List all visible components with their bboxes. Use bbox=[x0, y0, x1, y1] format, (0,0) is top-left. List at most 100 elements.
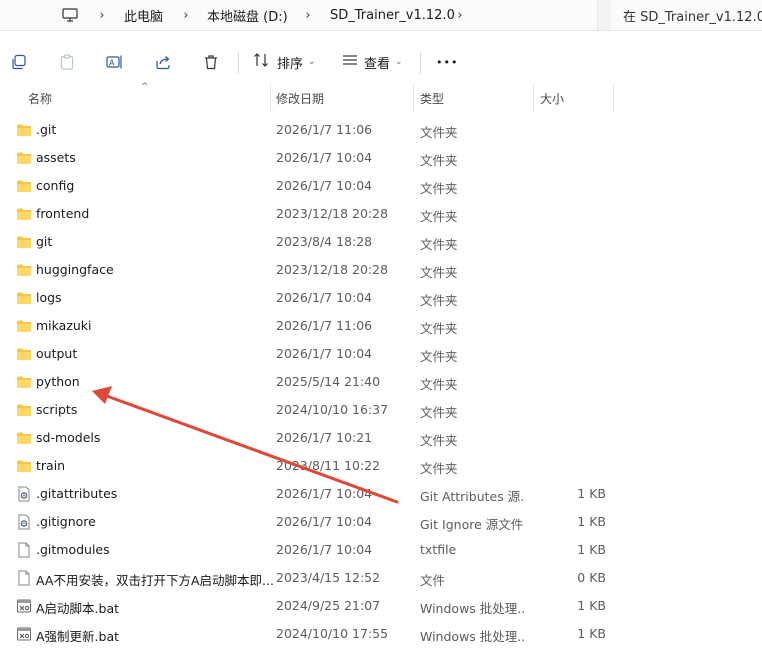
breadcrumb[interactable]: › 此电脑 › 本地磁盘 (D:) › SD_Trainer_v1.12.0 › bbox=[0, 0, 598, 30]
file-name: python bbox=[36, 374, 80, 389]
chevron-right-icon[interactable]: › bbox=[450, 8, 470, 23]
file-modified-date: 2024/9/25 21:07 bbox=[276, 598, 381, 613]
file-type: 文件夹 bbox=[420, 433, 458, 448]
file-row[interactable]: python 2025/5/14 21:40 文件夹 bbox=[0, 368, 762, 396]
file-modified-date: 2026/1/7 11:06 bbox=[276, 318, 373, 333]
file-row[interactable]: sd-models 2026/1/7 10:21 文件夹 bbox=[0, 424, 762, 452]
chevron-right-icon: › bbox=[99, 7, 105, 23]
toolbar-divider bbox=[420, 52, 421, 74]
paste-icon[interactable] bbox=[55, 50, 79, 74]
search-input[interactable]: 在 SD_Trainer_v1.12.0 中 bbox=[611, 0, 762, 30]
file-type: Git Attributes 源... bbox=[420, 489, 524, 504]
file-modified-date: 2026/1/7 10:04 bbox=[276, 346, 373, 361]
column-header-size[interactable]: 大小 bbox=[540, 90, 564, 107]
folder-icon bbox=[16, 234, 32, 250]
copy-icon[interactable] bbox=[7, 50, 31, 74]
folder-icon bbox=[16, 290, 32, 306]
address-bar: › 此电脑 › 本地磁盘 (D:) › SD_Trainer_v1.12.0 ›… bbox=[0, 0, 762, 31]
file-modified-date: 2023/8/4 18:28 bbox=[276, 234, 373, 249]
computer-icon[interactable] bbox=[62, 7, 78, 23]
chevron-down-icon: ⌄ bbox=[395, 57, 403, 67]
view-button[interactable]: 查看 ⌄ bbox=[342, 50, 403, 74]
file-name: output bbox=[36, 346, 78, 361]
file-row[interactable]: git 2023/8/4 18:28 文件夹 bbox=[0, 228, 762, 256]
file-size: 1 KB bbox=[577, 542, 606, 557]
sort-button[interactable]: 排序 ⌄ bbox=[253, 50, 316, 74]
column-divider[interactable] bbox=[413, 84, 414, 112]
file-row[interactable]: A强制更新.bat 2024/10/10 17:55 Windows 批处理... 1… bbox=[0, 620, 762, 648]
file-modified-date: 2026/1/7 10:04 bbox=[276, 290, 373, 305]
file-row[interactable]: frontend 2023/12/18 20:28 文件夹 bbox=[0, 200, 762, 228]
sort-label: 排序 bbox=[277, 56, 304, 72]
file-row[interactable]: .gitignore 2026/1/7 10:04 Git Ignore 源文件 1 … bbox=[0, 508, 762, 536]
breadcrumb-this-pc[interactable]: 此电脑 bbox=[122, 6, 175, 25]
file-type: 文件夹 bbox=[420, 293, 458, 308]
blank-file-icon bbox=[16, 570, 32, 586]
gear-file-icon bbox=[16, 514, 32, 530]
file-row[interactable]: .git 2026/1/7 11:06 文件夹 bbox=[0, 116, 762, 144]
column-header-date[interactable]: 修改日期 bbox=[276, 90, 324, 107]
file-name: mikazuki bbox=[36, 318, 92, 333]
file-modified-date: 2023/12/18 20:28 bbox=[276, 206, 389, 221]
file-row[interactable]: output 2026/1/7 10:04 文件夹 bbox=[0, 340, 762, 368]
file-type: 文件夹 bbox=[420, 461, 458, 476]
breadcrumb-drive-d[interactable]: 本地磁盘 (D:) bbox=[205, 6, 300, 25]
file-row[interactable]: logs 2026/1/7 10:04 文件夹 bbox=[0, 284, 762, 312]
view-label: 查看 bbox=[364, 56, 391, 72]
file-type: 文件 bbox=[420, 573, 446, 588]
file-name: .gitattributes bbox=[36, 486, 118, 501]
file-row[interactable]: config 2026/1/7 10:04 文件夹 bbox=[0, 172, 762, 200]
column-divider[interactable] bbox=[613, 84, 614, 112]
file-row[interactable]: .gitmodules 2026/1/7 10:04 txtfile 1 KB bbox=[0, 536, 762, 564]
file-modified-date: 2023/4/15 12:52 bbox=[276, 570, 381, 585]
file-row[interactable]: scripts 2024/10/10 16:37 文件夹 bbox=[0, 396, 762, 424]
file-row[interactable]: huggingface 2023/12/18 20:28 文件夹 bbox=[0, 256, 762, 284]
column-header-type[interactable]: 类型 bbox=[420, 90, 444, 107]
file-row[interactable]: mikazuki 2026/1/7 11:06 文件夹 bbox=[0, 312, 762, 340]
file-name: .git bbox=[36, 122, 57, 137]
file-modified-date: 2023/8/11 10:22 bbox=[276, 458, 381, 473]
file-type: 文件夹 bbox=[420, 321, 458, 336]
column-divider[interactable] bbox=[270, 84, 271, 112]
file-type: 文件夹 bbox=[420, 237, 458, 252]
file-row[interactable]: A启动脚本.bat 2024/9/25 21:07 Windows 批处理... 1 … bbox=[0, 592, 762, 620]
file-modified-date: 2026/1/7 10:04 bbox=[276, 150, 373, 165]
file-type: Windows 批处理... bbox=[420, 629, 524, 644]
share-icon[interactable] bbox=[151, 50, 175, 74]
file-name: config bbox=[36, 178, 75, 193]
batch-file-icon bbox=[16, 626, 32, 642]
rename-icon[interactable]: A bbox=[103, 50, 127, 74]
more-options-button[interactable]: ••• bbox=[436, 50, 458, 74]
file-modified-date: 2026/1/7 10:21 bbox=[276, 430, 373, 445]
folder-icon bbox=[16, 430, 32, 446]
delete-icon[interactable] bbox=[199, 50, 223, 74]
folder-icon bbox=[16, 374, 32, 390]
toolbar-divider bbox=[238, 52, 239, 74]
folder-icon bbox=[16, 178, 32, 194]
file-type: 文件夹 bbox=[420, 405, 458, 420]
file-type: txtfile bbox=[420, 542, 457, 557]
file-modified-date: 2026/1/7 10:04 bbox=[276, 514, 373, 529]
svg-text:A: A bbox=[109, 59, 115, 68]
file-name: .gitignore bbox=[36, 514, 96, 529]
view-list-icon bbox=[342, 52, 358, 72]
chevron-down-icon: ⌄ bbox=[308, 57, 316, 67]
file-row[interactable]: AA不用安装，双击打开下方A启动脚本即... 2023/4/15 12:52 文件 0… bbox=[0, 564, 762, 592]
file-row[interactable]: assets 2026/1/7 10:04 文件夹 bbox=[0, 144, 762, 172]
column-header-name[interactable]: 名称 bbox=[28, 90, 52, 107]
file-name: assets bbox=[36, 150, 76, 165]
file-type: 文件夹 bbox=[420, 153, 458, 168]
file-size: 1 KB bbox=[577, 626, 606, 641]
file-name: scripts bbox=[36, 402, 78, 417]
file-row[interactable]: train 2023/8/11 10:22 文件夹 bbox=[0, 452, 762, 480]
file-row[interactable]: .gitattributes 2026/1/7 10:04 Git Attribut… bbox=[0, 480, 762, 508]
file-name: huggingface bbox=[36, 262, 114, 277]
column-divider[interactable] bbox=[533, 84, 534, 112]
file-name: sd-models bbox=[36, 430, 101, 445]
file-type: Git Ignore 源文件 bbox=[420, 517, 524, 532]
breadcrumb-current-folder[interactable]: SD_Trainer_v1.12.0 bbox=[328, 8, 467, 23]
sort-ascending-icon: ^ bbox=[141, 82, 149, 92]
folder-icon bbox=[16, 346, 32, 362]
folder-icon bbox=[16, 122, 32, 138]
file-name: frontend bbox=[36, 206, 90, 221]
